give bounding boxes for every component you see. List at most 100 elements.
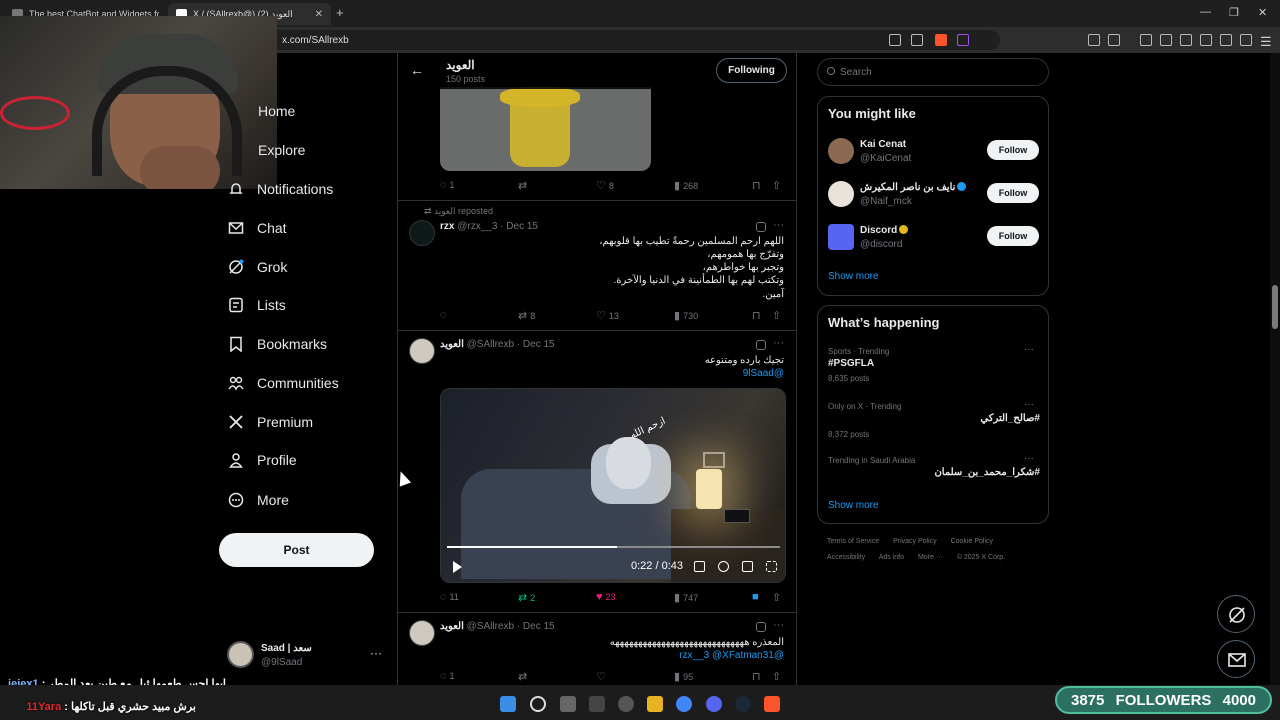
download-icon[interactable] (1140, 34, 1152, 46)
grok-explain-icon[interactable] (756, 622, 766, 632)
nav-chat[interactable]: Chat (228, 218, 287, 238)
follow-button[interactable]: Follow (987, 140, 1039, 160)
views-button[interactable]: ▮ 268 (674, 179, 698, 192)
more-dots-icon[interactable]: ··· (1024, 344, 1034, 355)
reply-button[interactable]: ◌ 1 (440, 670, 455, 682)
brave-icon[interactable] (764, 696, 780, 712)
repost-button[interactable]: ⇄ (518, 179, 530, 192)
avatar[interactable] (409, 620, 435, 646)
post-button[interactable]: Post (219, 533, 374, 567)
chrome-icon[interactable] (676, 696, 692, 712)
grok-explain-icon[interactable] (756, 222, 766, 232)
views-button[interactable]: ▮ 730 (674, 309, 698, 322)
avatar[interactable] (409, 338, 435, 364)
tweet-author[interactable]: rzx (440, 221, 454, 232)
follow-button[interactable]: Follow (987, 226, 1039, 246)
tweet-mention[interactable]: @rzx__3 @XFatman31 (679, 649, 784, 662)
reply-button[interactable]: ◌ 1 (440, 179, 455, 191)
nav-lists[interactable]: Lists (228, 295, 286, 315)
address-bar[interactable]: x.com/SAllrexb (240, 30, 1000, 50)
store-icon[interactable] (589, 696, 605, 712)
footer-link[interactable]: Terms of Service (827, 538, 879, 545)
discord-icon[interactable] (706, 696, 722, 712)
bookmark-button[interactable]: ⊓ (752, 179, 761, 192)
show-more-link[interactable]: Show more (828, 271, 879, 282)
menu-icon[interactable]: ☰ (1260, 34, 1272, 49)
play-icon[interactable] (453, 561, 462, 573)
like-button[interactable]: ♡ 13 (596, 309, 619, 322)
bookmark-button[interactable]: ⊓ (752, 670, 761, 683)
page-scrollbar[interactable] (1270, 53, 1280, 685)
music-icon[interactable] (1160, 34, 1172, 46)
nav-grok[interactable]: Grok (228, 257, 287, 277)
footer-link[interactable]: Accessibility (827, 554, 865, 561)
search-input[interactable]: Search (817, 58, 1049, 86)
leo-icon[interactable] (1220, 34, 1232, 46)
search-icon[interactable] (530, 696, 546, 712)
grok-explain-icon[interactable] (756, 340, 766, 350)
share-button[interactable]: ⇧ (772, 670, 781, 683)
restore-icon[interactable]: ❐ (1229, 6, 1239, 19)
show-more-link[interactable]: Show more (828, 500, 879, 511)
new-tab-icon[interactable]: + (336, 5, 344, 20)
folder-icon[interactable] (647, 696, 663, 712)
settings-icon[interactable] (718, 561, 729, 572)
messages-fab[interactable] (1217, 640, 1255, 678)
account-switcher[interactable]: Saad | سعد @9lSaad ··· (227, 641, 387, 671)
task-view-icon[interactable] (560, 696, 576, 712)
close-window-icon[interactable]: ✕ (1258, 6, 1267, 19)
minimize-icon[interactable]: — (1200, 6, 1211, 18)
brave-shields-icon[interactable] (935, 34, 947, 46)
share-icon[interactable] (911, 34, 923, 46)
more-dots-icon[interactable]: ··· (370, 646, 382, 660)
repost-button[interactable]: ⇄ 8 (518, 309, 535, 322)
video-player[interactable]: ازحم الله 0:22 / 0:43 (440, 388, 786, 583)
nav-notifications[interactable]: Notifications (228, 179, 333, 199)
nav-explore[interactable]: Explore (258, 140, 305, 160)
steam-icon[interactable] (735, 696, 751, 712)
more-dots-icon[interactable]: ··· (1024, 453, 1034, 464)
nav-bookmarks[interactable]: Bookmarks (228, 334, 327, 354)
views-button[interactable]: ▮ 95 (674, 670, 693, 683)
trend-item[interactable]: Trending in Saudi Arabia #شكرا_محمد_بن_س… (828, 453, 1040, 486)
nav-more[interactable]: More (228, 490, 289, 510)
follow-button[interactable]: Follow (987, 183, 1039, 203)
footer-link[interactable]: More ··· (918, 554, 943, 561)
nav-home[interactable]: Home (258, 101, 295, 121)
repost-button[interactable]: ⇄ 2 (518, 591, 535, 604)
more-dots-icon[interactable]: ··· (773, 337, 784, 349)
like-button[interactable]: ♡ (596, 670, 609, 683)
reply-button[interactable]: ◌ (440, 309, 450, 321)
suggestion-discord[interactable]: Discord @discord Follow (828, 224, 1040, 254)
fullscreen-icon[interactable] (766, 561, 777, 572)
grok-fab[interactable] (1217, 595, 1255, 633)
nav-communities[interactable]: Communities (228, 373, 339, 393)
footer-link[interactable]: Privacy Policy (893, 538, 937, 545)
trend-item[interactable]: Sports · Trending #PSGFLA 8,635 posts ··… (828, 344, 1040, 387)
back-arrow-icon[interactable]: ← (410, 62, 424, 78)
suggestion-kai-cenat[interactable]: Kai Cenat @KaiCenat Follow (828, 138, 1040, 168)
trend-item[interactable]: Only on X · Trending #صالح_التركي 8,372 … (828, 399, 1040, 442)
repost-button[interactable]: ⇄ (518, 670, 530, 683)
tweet-image[interactable] (440, 87, 651, 171)
reader-icon[interactable] (889, 34, 901, 46)
footer-link[interactable]: Ads info (879, 554, 904, 561)
sidebar-icon[interactable] (1180, 34, 1192, 46)
footer-link[interactable]: Cookie Policy (951, 538, 993, 545)
more-dots-icon[interactable]: ··· (1024, 399, 1034, 410)
share-button[interactable]: ⇧ (772, 309, 781, 322)
nav-profile[interactable]: Profile (228, 450, 297, 470)
tweet-author[interactable]: العويد (440, 339, 464, 350)
close-tab-icon[interactable]: ✕ (315, 9, 323, 20)
scrollbar-thumb[interactable] (1272, 285, 1278, 329)
vpn-icon[interactable] (1240, 34, 1252, 46)
volume-icon[interactable] (694, 561, 705, 572)
puzzle-icon[interactable] (1108, 34, 1120, 46)
more-dots-icon[interactable]: ··· (773, 619, 784, 631)
extensions-icon[interactable] (1088, 34, 1100, 46)
bookmark-button[interactable]: ■ (752, 591, 759, 603)
views-button[interactable]: ▮ 747 (674, 591, 698, 604)
like-button[interactable]: ♡ 8 (596, 179, 614, 192)
video-progress-bar[interactable] (447, 546, 780, 548)
following-button[interactable]: Following (716, 58, 787, 83)
